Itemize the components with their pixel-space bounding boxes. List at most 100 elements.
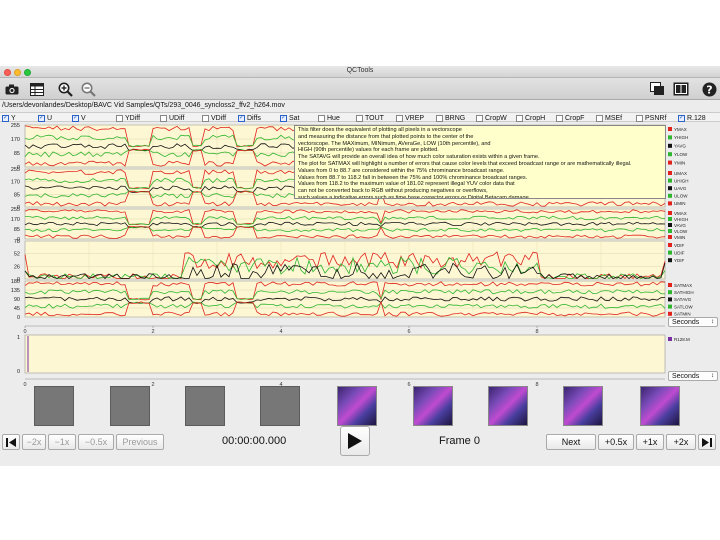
y-tick-label: 170: [11, 217, 20, 223]
filter-label: CropW: [485, 114, 507, 122]
toolbar: ?: [0, 78, 720, 100]
filter-bar: ✓ Y ✓ U ✓ V YDiff UDiff VDiff ✓ Diffs ✓ Sat Hue TOUT VR…: [0, 112, 720, 122]
checkbox-checked-icon[interactable]: ✓: [38, 114, 45, 122]
legend-label: SATLOW: [674, 304, 693, 309]
play-button[interactable]: [340, 426, 370, 456]
tooltip-line: vectorscope. The MAXimum, MINimum, AVera…: [298, 140, 491, 147]
filter-toggle-vrep[interactable]: VREP: [396, 113, 424, 123]
filter-label: V: [81, 114, 86, 122]
layers-icon[interactable]: [648, 81, 666, 97]
y-tick-label: 85: [14, 227, 20, 233]
filter-toggle-diffs[interactable]: ✓ Diffs: [238, 113, 261, 123]
frame-thumbnail[interactable]: [110, 386, 150, 426]
checkbox-checked-icon[interactable]: ✓: [280, 114, 287, 122]
checkbox-checked-icon[interactable]: ✓: [678, 114, 685, 122]
checkbox-icon[interactable]: [596, 114, 603, 122]
units-select-value: Seconds: [672, 372, 700, 380]
checkbox-checked-icon[interactable]: ✓: [72, 114, 79, 122]
filter-toggle-cropf[interactable]: CropF: [556, 113, 584, 123]
checkbox-icon[interactable]: [436, 114, 443, 122]
filter-label: Y: [11, 114, 16, 122]
filter-label: VREP: [405, 114, 425, 122]
rewind-1x-button[interactable]: −1x: [48, 434, 76, 450]
checkbox-icon[interactable]: [556, 114, 563, 122]
filter-toggle-croph[interactable]: CropH: [516, 113, 545, 123]
checkbox-icon[interactable]: [160, 114, 167, 122]
legend-label: YAVG: [674, 144, 686, 149]
filter-toggle-v[interactable]: ✓ V: [72, 113, 86, 123]
chevron-updown-icon: ↕: [711, 373, 714, 379]
filter-label: VDiff: [211, 114, 227, 122]
filter-label: PSNRf: [645, 114, 667, 122]
film-icon[interactable]: [672, 81, 690, 97]
units-select-top[interactable]: Seconds ↕: [668, 317, 718, 327]
legend-label: YLOW: [674, 152, 688, 157]
filter-toggle-tout[interactable]: TOUT: [356, 113, 384, 123]
frame-thumbnail[interactable]: [413, 386, 453, 426]
filter-toggle-vdiff[interactable]: VDiff: [202, 113, 226, 123]
frame-thumbnail[interactable]: [337, 386, 377, 426]
filter-toggle-y[interactable]: ✓ Y: [2, 113, 16, 123]
checkbox-icon[interactable]: [202, 114, 209, 122]
filter-toggle-psnrf[interactable]: PSNRf: [636, 113, 666, 123]
checkbox-checked-icon[interactable]: ✓: [238, 114, 245, 122]
checkbox-icon[interactable]: [476, 114, 483, 122]
filter-toggle-cropw[interactable]: CropW: [476, 113, 507, 123]
legend-label: UAVG: [674, 186, 687, 191]
forward-2x-button[interactable]: +2x: [666, 434, 696, 450]
help-icon[interactable]: ?: [700, 81, 718, 97]
filter-description-tooltip: This filter does the equivalent of plott…: [294, 125, 666, 199]
zoom-in-icon[interactable]: [56, 81, 74, 97]
frame-thumbnail[interactable]: [563, 386, 603, 426]
frame-thumbnail[interactable]: [260, 386, 300, 426]
legend-label: UMAX: [674, 171, 687, 176]
checkbox-checked-icon[interactable]: ✓: [2, 114, 9, 122]
legend-label: VHIGH: [674, 217, 688, 222]
legend-label: ULOW: [674, 194, 688, 199]
legend-swatch: [668, 297, 672, 302]
filter-toggle-udiff[interactable]: UDiff: [160, 113, 184, 123]
next-frame-button[interactable]: Next: [546, 434, 596, 450]
checkbox-icon[interactable]: [396, 114, 403, 122]
frame-thumbnail[interactable]: [488, 386, 528, 426]
filter-toggle-msef[interactable]: MSEf: [596, 113, 622, 123]
forward-1x-button[interactable]: +1x: [636, 434, 664, 450]
checkbox-icon[interactable]: [356, 114, 363, 122]
y-tick-label: 0: [17, 369, 20, 375]
filter-toggle-u[interactable]: ✓ U: [38, 113, 52, 123]
play-icon: [348, 433, 362, 449]
frame-thumbnail[interactable]: [185, 386, 225, 426]
tooltip-line: Values from 88.7 to 118.2 fall in betwee…: [298, 174, 528, 181]
filter-toggle-ydiff[interactable]: YDiff: [116, 113, 140, 123]
filter-label: Diffs: [247, 114, 261, 122]
filter-toggle-sat[interactable]: ✓ Sat: [280, 113, 300, 123]
filter-label: CropF: [565, 114, 585, 122]
rewind-half-button[interactable]: −0.5x: [78, 434, 114, 450]
filter-toggle-brng[interactable]: BRNG: [436, 113, 465, 123]
legend-label: UDIF: [674, 250, 685, 255]
legend-swatch: [668, 193, 672, 198]
camera-icon[interactable]: [3, 81, 21, 97]
table-icon[interactable]: [28, 81, 46, 97]
filter-label: BRNG: [445, 114, 466, 122]
rewind-2x-button[interactable]: −2x: [22, 434, 46, 450]
frame-thumbnail[interactable]: [34, 386, 74, 426]
units-select-bottom[interactable]: Seconds ↕: [668, 371, 718, 381]
checkbox-icon[interactable]: [318, 114, 325, 122]
tooltip-line: and measuring the distance from that plo…: [298, 133, 474, 140]
y-tick-label: 170: [11, 137, 20, 143]
go-to-end-button[interactable]: [698, 434, 716, 450]
timecode: 00:00:00.000: [222, 435, 287, 447]
zoom-out-icon[interactable]: [79, 81, 97, 97]
previous-frame-button[interactable]: Previous: [116, 434, 164, 450]
checkbox-icon[interactable]: [116, 114, 123, 122]
checkbox-icon[interactable]: [516, 114, 523, 122]
checkbox-icon[interactable]: [636, 114, 643, 122]
go-to-start-button[interactable]: [2, 434, 20, 450]
filter-toggle-hue[interactable]: Hue: [318, 113, 340, 123]
filter-toggle-r128[interactable]: ✓ R.128: [678, 113, 706, 123]
x-tick-label: 6: [407, 329, 410, 335]
forward-half-button[interactable]: +0.5x: [598, 434, 634, 450]
units-select-value: Seconds: [672, 318, 700, 326]
frame-thumbnail[interactable]: [640, 386, 680, 426]
